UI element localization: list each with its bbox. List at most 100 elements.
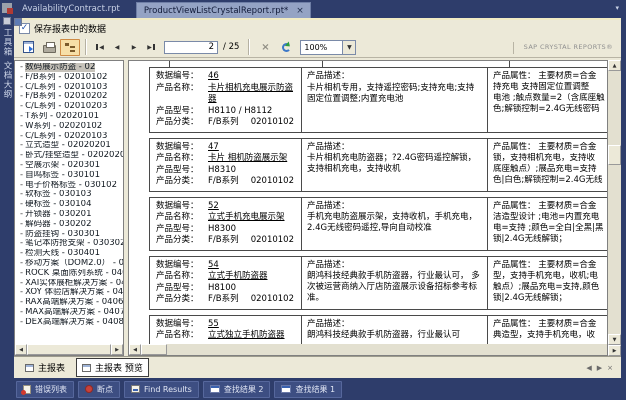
report-vertical-scrollbar[interactable]: ▲ ▼ ▶ xyxy=(608,60,621,356)
record-code: 02010102 xyxy=(251,117,297,129)
tree-item[interactable]: 硬标签 - 030104 xyxy=(16,200,123,210)
search-results-1-button[interactable]: 查找结果 1 xyxy=(274,381,342,398)
tree-item[interactable]: 移动方案（DOM2.0） - 040 xyxy=(16,259,123,269)
report-horizontal-scrollbar[interactable]: ◀ xyxy=(129,344,607,355)
toolbar-separator xyxy=(248,39,250,55)
last-page-button[interactable]: ▶ xyxy=(143,39,159,55)
tree-item[interactable]: MAX高端解决方案 - 0407 xyxy=(16,308,123,318)
record-attributes: 色;解锁控制=2.4G无线密码 xyxy=(493,104,607,115)
tree-item[interactable]: T系列 - 02020101 xyxy=(16,112,123,122)
tab-main-report-preview[interactable]: 主报表 预览 xyxy=(76,358,149,377)
record-model: H8100 xyxy=(208,283,236,295)
tree-item[interactable]: C/L系列 - 02020103 xyxy=(16,132,123,142)
field-label: 产品型号： xyxy=(156,106,208,118)
tree-item[interactable]: 空展示架 - 020301 xyxy=(16,161,123,171)
tree-item[interactable]: 解码器 - 030202 xyxy=(16,220,123,230)
record-description: 卡片相机充电防盗器；?2.4G密码遥控解锁，支持相机充电，支持收机 xyxy=(307,153,482,175)
scroll-left-icon[interactable]: ◀ xyxy=(15,344,27,355)
zoom-select[interactable]: 100% ▼ xyxy=(300,40,356,55)
tree-item[interactable]: 卧式/挂壁造型 - 02020202 xyxy=(16,151,123,161)
vscrollbar-track[interactable] xyxy=(608,71,621,334)
tree-item[interactable]: XOY 体验店解决方案 - 040 xyxy=(16,288,123,298)
desc-label: 产品描述： xyxy=(307,319,482,331)
scroll-right-icon[interactable]: ▶ xyxy=(111,344,123,355)
tree-item[interactable]: C/L系列 - 02010203 xyxy=(16,102,123,112)
record-category: F/B系列 xyxy=(208,117,239,129)
record-attributes: 持充电 支持固定位置调整 xyxy=(493,82,607,93)
tree-item[interactable]: 防盗挂钩 - 030301 xyxy=(16,230,123,240)
record-id: 47 xyxy=(208,142,219,154)
scroll-left-icon[interactable]: ◀ xyxy=(129,344,141,355)
record-description: 朗鸿科技经典款手机防盗器，行业最认可 xyxy=(307,330,482,341)
vscrollbar-thumb[interactable] xyxy=(608,145,621,165)
search-results-2-button[interactable]: 查找结果 2 xyxy=(203,381,271,398)
tree-item[interactable]: XAI实体展柜解决方案 - 04 xyxy=(16,279,123,289)
zoom-dropdown-icon[interactable]: ▼ xyxy=(342,41,355,54)
record-attributes: 电池 ;触点数量=2（含底座触 xyxy=(493,93,607,104)
tree-item[interactable]: DEX高端解决方案 - 0408 xyxy=(16,318,123,328)
first-page-button[interactable]: ◀ xyxy=(92,39,108,55)
sidebar-tab-document-outline[interactable]: 文档大纲 xyxy=(0,61,14,99)
error-list-button[interactable]: 错误列表 xyxy=(16,381,74,398)
group-tree-panel: 数码展示防盗 - 02 F/B系列 - 02010102 C/L系列 - 020… xyxy=(14,60,124,356)
report-hscrollbar-thumb[interactable] xyxy=(141,344,167,355)
previous-page-button[interactable]: ◀ xyxy=(109,39,125,55)
tree-item[interactable]: C/L系列 - 02010103 xyxy=(16,83,123,93)
page-total-label: / 25 xyxy=(223,42,239,52)
desc-label: 产品描述： xyxy=(307,71,482,83)
close-icon[interactable]: × xyxy=(296,7,304,15)
scroll-down-icon[interactable]: ▼ xyxy=(608,334,621,345)
search-results-2-label: 查找结果 2 xyxy=(224,384,264,395)
pane-close-icon[interactable]: × xyxy=(607,364,613,372)
toolbox-icon xyxy=(3,17,11,25)
tree-item[interactable]: F/B系列 - 02010202 xyxy=(16,92,123,102)
stop-loading-button[interactable]: × xyxy=(255,39,275,56)
last-page-icon xyxy=(153,44,155,50)
tree-item[interactable]: ROCK 桌面陈列系统 - 0403 xyxy=(16,269,123,279)
record-model: H8110 / H8112 xyxy=(208,106,272,118)
tree-item[interactable]: 软标签 - 030103 xyxy=(16,190,123,200)
last-page-arrow: ▶ xyxy=(147,44,152,51)
tree-scrollbar-thumb[interactable] xyxy=(27,344,111,355)
pane-scroll-left-icon[interactable]: ◀ xyxy=(586,364,591,372)
record-description: 卡片相机专用，支持遥控密码;支持充电;支持固定位置调整;内置充电池 xyxy=(307,83,482,105)
tree-item[interactable]: 电子价格标签 - 030102 xyxy=(16,181,123,191)
tree-item[interactable]: 数码展示防盗 - 02 xyxy=(16,63,123,73)
record-attributes: 洁造型设计 ;电池=内置充电 xyxy=(493,212,607,223)
scroll-up-icon[interactable]: ▲ xyxy=(608,60,621,71)
scroll-right-icon[interactable]: ▶ xyxy=(608,345,621,356)
error-list-label: 错误列表 xyxy=(35,384,67,395)
tab-main-report[interactable]: 主报表 xyxy=(20,359,70,376)
record-category: F/B系列 xyxy=(208,235,239,247)
tab-availability-contract[interactable]: AvailabilityContract.rpt xyxy=(14,4,130,18)
toggle-group-tree-button[interactable] xyxy=(60,39,80,56)
report-preview-icon xyxy=(82,364,91,372)
print-button[interactable] xyxy=(39,39,59,56)
breakpoints-label: 断点 xyxy=(97,384,113,395)
tree-item[interactable]: 立式造型 - 02020201 xyxy=(16,141,123,151)
tree-horizontal-scrollbar[interactable]: ◀ ▶ xyxy=(15,344,123,355)
tree-item[interactable]: W系列 - 02020102 xyxy=(16,122,123,132)
tree-item[interactable]: 笔记本防抢支架 - 030302 xyxy=(16,239,123,249)
breakpoints-button[interactable]: 断点 xyxy=(78,381,120,398)
find-results-icon xyxy=(131,385,140,393)
tree-item[interactable]: 开锁器 - 030201 xyxy=(16,210,123,220)
next-page-button[interactable]: ▶ xyxy=(126,39,142,55)
find-results-button[interactable]: Find Results xyxy=(124,381,199,398)
main-report-preview-label: 主报表 预览 xyxy=(95,361,143,374)
tree-item[interactable]: 检测天线 - 030401 xyxy=(16,249,123,259)
tree-item[interactable]: 自鸣标签 - 030101 xyxy=(16,171,123,181)
field-label: 产品型号： xyxy=(156,165,208,177)
tree-item[interactable]: F/B系列 - 02010102 xyxy=(16,73,123,83)
sidebar-tab-toolbox[interactable]: 工具箱 xyxy=(0,17,14,57)
pane-scroll-right-icon[interactable]: ▶ xyxy=(597,364,602,372)
tab-product-view-list[interactable]: ProductViewListCrystalReport.rpt* × xyxy=(136,2,311,18)
record-id: 54 xyxy=(208,260,219,272)
tab-overflow-icon[interactable]: ▾ xyxy=(615,4,626,18)
report-record: 数据编号：55 产品名称：立式独立手机防盗器 产品描述： 朗鸿科技经典款手机防盗… xyxy=(149,315,607,345)
field-label: 产品名称： xyxy=(156,83,208,106)
refresh-button[interactable] xyxy=(276,39,296,56)
tree-item[interactable]: RAX高端解决方案 - 0406 xyxy=(16,298,123,308)
export-button[interactable] xyxy=(18,39,38,56)
current-page-input[interactable]: 2 xyxy=(164,41,218,54)
